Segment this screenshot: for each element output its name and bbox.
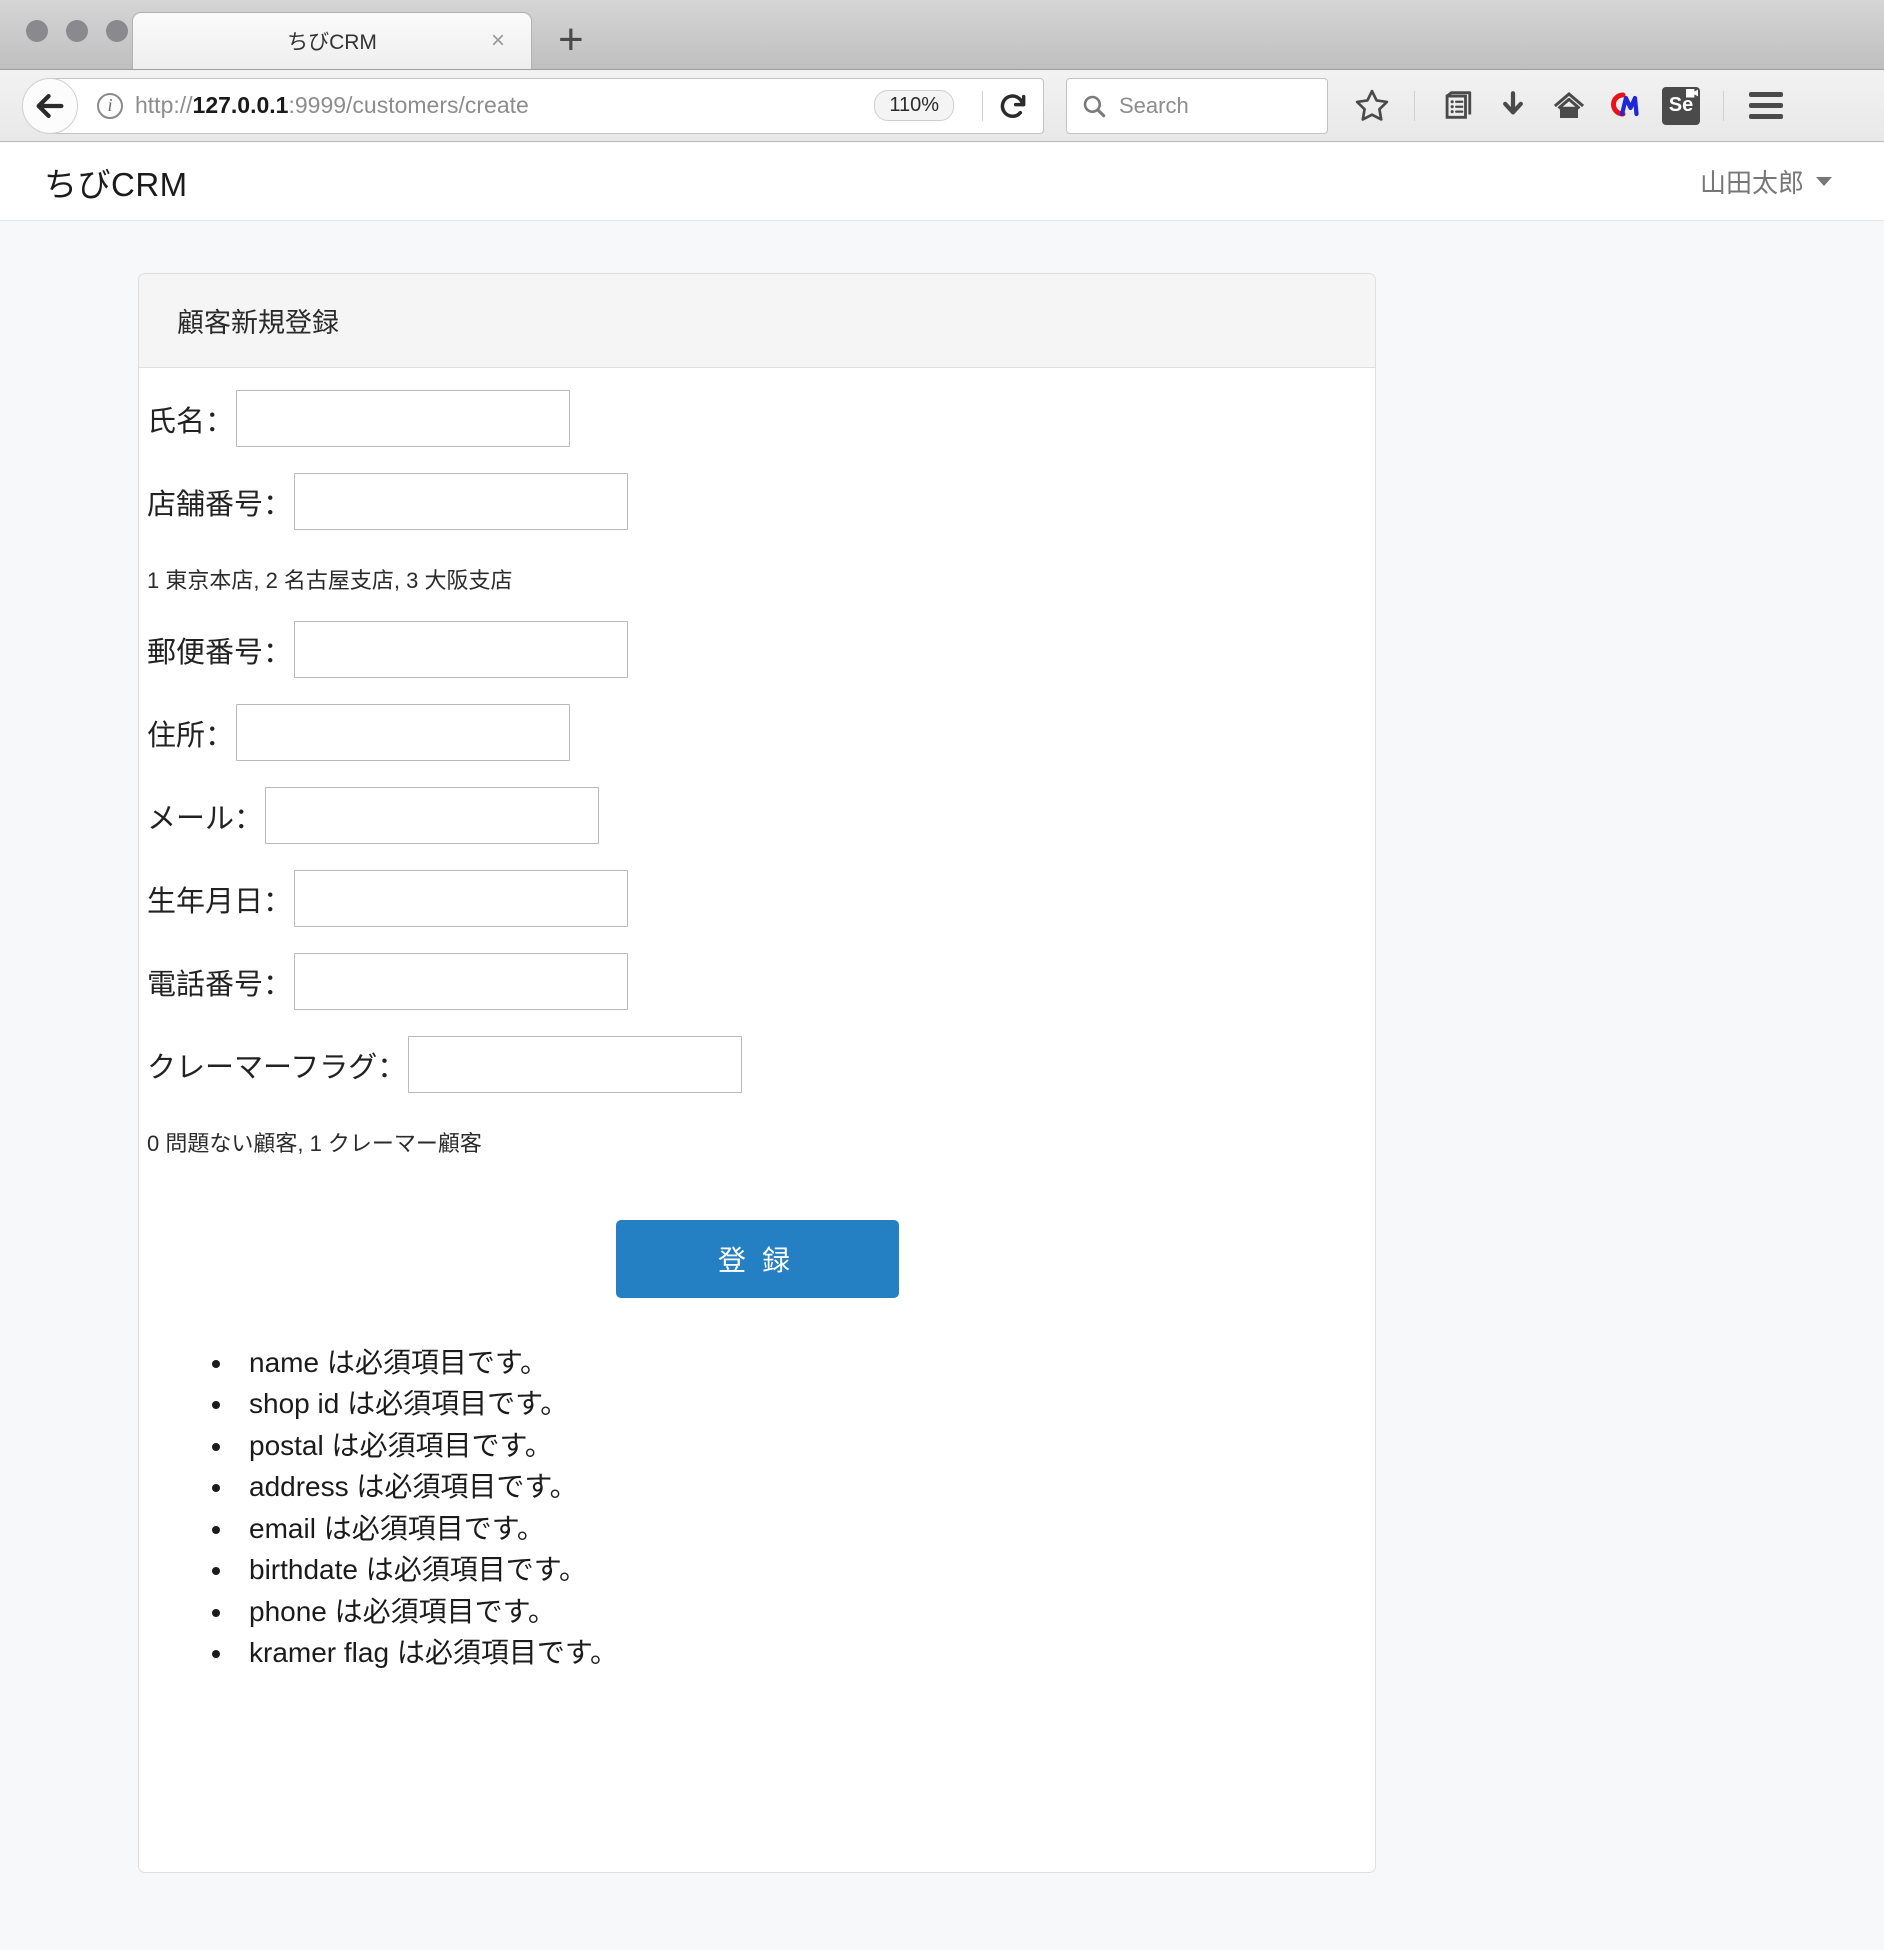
field-row-kramer-flag: クレーマーフラグ： — [139, 1036, 1375, 1093]
customer-form: 氏名： 店舗番号： 1 東京本店, 2 名古屋支店, 3 大阪支店 郵便番号： … — [139, 390, 1375, 1674]
list-item: kramer flag は必須項目です。 — [235, 1632, 1375, 1673]
field-row-address: 住所： — [139, 704, 1375, 761]
toolbar-icons: Se — [1344, 86, 1862, 126]
url-path: :9999/customers/create — [288, 92, 529, 118]
help-text-shop-id: 1 東京本店, 2 名古屋支店, 3 大阪支店 — [147, 568, 513, 593]
reload-icon[interactable] — [997, 90, 1029, 122]
page-container: 顧客新規登録 氏名： 店舗番号： 1 東京本店, 2 名古屋支店, 3 大阪支店… — [0, 221, 1884, 1873]
maximize-window-button[interactable] — [106, 20, 128, 42]
list-item: name は必須項目です。 — [235, 1342, 1375, 1383]
birthdate-input[interactable] — [294, 870, 629, 927]
toolbar-divider-3 — [1723, 90, 1724, 121]
list-item: postal は必須項目です。 — [235, 1425, 1375, 1466]
field-row-birthdate: 生年月日： — [139, 870, 1375, 927]
customer-create-panel: 顧客新規登録 氏名： 店舗番号： 1 東京本店, 2 名古屋支店, 3 大阪支店… — [138, 273, 1376, 1873]
label-kramer-flag: クレーマーフラグ： — [147, 1051, 407, 1084]
kramer-flag-input[interactable] — [408, 1036, 743, 1093]
chevron-down-icon — [1816, 177, 1832, 186]
list-item: shop id は必須項目です。 — [235, 1383, 1375, 1424]
new-tab-button[interactable]: + — [558, 17, 584, 63]
search-placeholder: Search — [1119, 92, 1189, 118]
toolbar-divider — [982, 90, 983, 121]
label-phone: 電話番号： — [147, 968, 293, 1001]
field-row-phone: 電話番号： — [139, 953, 1375, 1010]
list-item: phone は必須項目です。 — [235, 1591, 1375, 1632]
browser-tab[interactable]: ちびCRM × — [132, 12, 532, 69]
minimize-window-button[interactable] — [66, 20, 88, 42]
hamburger-menu-icon[interactable] — [1738, 92, 1794, 119]
submit-row: 登録 — [139, 1220, 1375, 1298]
postal-input[interactable] — [294, 621, 629, 678]
user-menu[interactable]: 山田太郎 — [1700, 163, 1832, 200]
url-host: 127.0.0.1 — [192, 92, 289, 118]
label-shop-id: 店舗番号： — [147, 488, 293, 521]
validation-error-list: name は必須項目です。 shop id は必須項目です。 postal は必… — [139, 1342, 1375, 1674]
url-scheme: http:// — [135, 92, 193, 118]
search-icon — [1083, 95, 1106, 117]
help-text-kramer-flag: 0 問題ない顧客, 1 クレーマー顧客 — [147, 1131, 482, 1156]
shop-id-input[interactable] — [294, 473, 629, 530]
label-birthdate: 生年月日： — [147, 885, 293, 918]
app-header: ちびCRM 山田太郎 — [0, 143, 1884, 221]
browser-window: ちびCRM × + i http://127.0.0.1:9999/custom… — [0, 0, 1884, 1950]
list-item: birthdate は必須項目です。 — [235, 1549, 1375, 1590]
panel-heading: 顧客新規登録 — [139, 274, 1375, 368]
katalon-recorder-icon[interactable] — [1597, 86, 1653, 126]
user-name-label: 山田太郎 — [1699, 168, 1804, 198]
label-address: 住所： — [147, 719, 235, 752]
tab-title: ちびCRM — [287, 31, 377, 54]
field-row-shop-id: 店舗番号： — [139, 473, 1375, 530]
page-title: 顧客新規登録 — [177, 308, 339, 338]
email-input[interactable] — [265, 787, 600, 844]
address-input[interactable] — [236, 704, 571, 761]
bookmark-star-icon[interactable] — [1344, 87, 1400, 125]
phone-input[interactable] — [294, 953, 629, 1010]
close-window-button[interactable] — [26, 20, 48, 42]
selenium-ide-icon[interactable]: Se — [1653, 86, 1709, 125]
search-box[interactable]: Search — [1066, 77, 1328, 134]
page-viewport: ちびCRM 山田太郎 顧客新規登録 氏名： 店舗番号： 1 東京本店, 2 名古… — [0, 143, 1884, 1950]
window-controls[interactable] — [26, 20, 128, 42]
name-input[interactable] — [236, 390, 571, 447]
label-name: 氏名： — [147, 405, 235, 438]
list-item: address は必須項目です。 — [235, 1466, 1375, 1507]
close-tab-icon[interactable]: × — [491, 29, 505, 53]
selenium-badge-label: Se — [1662, 86, 1700, 125]
app-brand[interactable]: ちびCRM — [44, 158, 188, 206]
field-row-email: メール： — [139, 787, 1375, 844]
home-icon[interactable] — [1541, 88, 1597, 124]
register-button[interactable]: 登録 — [615, 1220, 899, 1298]
address-bar[interactable]: i http://127.0.0.1:9999/customers/create… — [44, 77, 1044, 134]
label-email: メール： — [147, 802, 264, 835]
toolbar-divider-2 — [1414, 90, 1415, 121]
downloads-arrow-icon[interactable] — [1485, 89, 1541, 123]
field-row-name: 氏名： — [139, 390, 1375, 447]
back-button[interactable] — [22, 77, 78, 134]
tab-strip: ちびCRM × + — [0, 0, 1884, 70]
url-text: http://127.0.0.1:9999/customers/create — [135, 92, 874, 119]
field-row-postal: 郵便番号： — [139, 621, 1375, 678]
site-info-icon[interactable]: i — [97, 92, 123, 119]
navigation-toolbar: i http://127.0.0.1:9999/customers/create… — [0, 70, 1884, 142]
label-postal: 郵便番号： — [147, 636, 293, 669]
library-icon[interactable] — [1429, 89, 1485, 123]
list-item: email は必須項目です。 — [235, 1508, 1375, 1549]
zoom-level-badge[interactable]: 110% — [874, 90, 954, 121]
